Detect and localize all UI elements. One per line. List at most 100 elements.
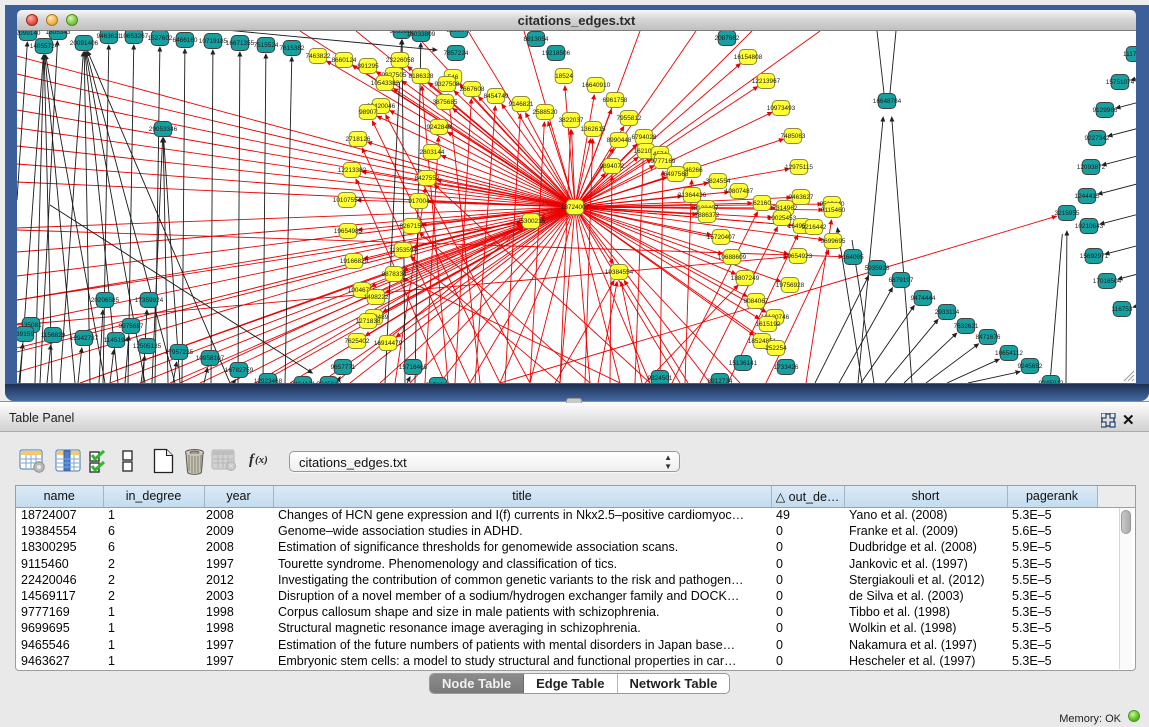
- svg-text:16154808: 16154808: [734, 54, 763, 61]
- svg-text:23226058: 23226058: [386, 57, 415, 64]
- svg-text:10807487: 10807487: [725, 188, 754, 195]
- svg-text:9146821: 9146821: [509, 101, 534, 108]
- svg-text:8267150: 8267150: [400, 223, 425, 230]
- svg-text:8427552: 8427552: [415, 175, 440, 182]
- svg-text:7857224: 7857224: [444, 50, 469, 57]
- svg-text:19654923: 19654923: [784, 253, 813, 260]
- svg-text:9129966: 9129966: [1093, 107, 1118, 114]
- svg-text:12213382: 12213382: [338, 167, 367, 174]
- svg-text:6879197: 6879197: [889, 277, 914, 284]
- svg-text:16033809: 16033809: [407, 31, 436, 38]
- svg-text:15692971: 15692971: [1080, 253, 1109, 260]
- svg-text:8912734: 8912734: [708, 378, 733, 383]
- svg-text:1498222: 1498222: [364, 294, 389, 301]
- svg-text:9176341: 9176341: [426, 382, 451, 383]
- svg-text:9084067: 9084067: [744, 298, 769, 305]
- svg-text:8660124: 8660124: [332, 57, 357, 64]
- svg-text:25300215: 25300215: [517, 218, 546, 225]
- svg-text:7886372: 7886372: [695, 212, 720, 219]
- svg-text:12942737: 12942737: [70, 335, 99, 342]
- svg-text:8186328: 8186328: [409, 73, 434, 80]
- svg-text:29053346: 29053346: [149, 126, 178, 133]
- svg-text:19218506: 19218506: [542, 50, 571, 57]
- svg-text:39159: 39159: [17, 331, 34, 338]
- svg-text:7485063: 7485063: [781, 133, 806, 140]
- svg-text:21364436: 21364436: [678, 192, 707, 199]
- svg-text:18524: 18524: [555, 73, 573, 80]
- svg-text:16671355: 16671355: [226, 40, 255, 47]
- svg-text:2099140: 2099140: [17, 31, 41, 37]
- svg-text:9474444: 9474444: [911, 295, 936, 302]
- svg-text:18724007: 18724007: [561, 204, 590, 211]
- svg-text:(x): (x): [255, 454, 268, 466]
- svg-text:9227342: 9227342: [1085, 135, 1110, 142]
- svg-text:8135074: 8135074: [447, 31, 472, 34]
- svg-text:6794028: 6794028: [632, 134, 657, 141]
- svg-text:7625402: 7625402: [345, 338, 370, 345]
- svg-text:3824554: 3824554: [706, 178, 731, 185]
- svg-text:9975687: 9975687: [119, 323, 144, 330]
- svg-text:9242848: 9242848: [427, 124, 452, 131]
- svg-text:9327508: 9327508: [435, 81, 460, 88]
- svg-text:19384554: 19384554: [605, 269, 634, 276]
- svg-text:1733426: 1733426: [774, 364, 799, 371]
- svg-text:15716465: 15716465: [399, 364, 428, 371]
- svg-text:891295: 891295: [357, 63, 379, 70]
- svg-text:14055724: 14055724: [30, 43, 59, 50]
- svg-text:17016504: 17016504: [1093, 278, 1122, 285]
- svg-text:17957225: 17957225: [165, 349, 194, 356]
- svg-text:11353594: 11353594: [389, 247, 417, 254]
- svg-text:20206585: 20206585: [91, 297, 120, 304]
- svg-text:9463621: 9463621: [97, 33, 122, 40]
- svg-text:8471676: 8471676: [976, 334, 1001, 341]
- svg-text:2718126: 2718126: [346, 136, 371, 143]
- svg-text:8464121: 8464121: [291, 381, 316, 383]
- svg-text:2087682: 2087682: [715, 35, 740, 42]
- svg-text:9245012: 9245012: [1039, 380, 1064, 383]
- svg-text:2588520: 2588520: [533, 109, 558, 116]
- svg-text:3822037: 3822037: [559, 117, 584, 124]
- svg-text:10107554: 10107554: [333, 197, 362, 204]
- svg-text:9657771: 9657771: [331, 364, 356, 371]
- svg-text:16782759: 16782759: [225, 367, 254, 374]
- svg-text:1527602: 1527602: [148, 35, 173, 42]
- svg-text:2667608: 2667608: [460, 86, 485, 93]
- svg-text:2803144: 2803144: [420, 149, 445, 156]
- svg-text:1615192: 1615192: [756, 321, 781, 328]
- svg-text:7955812: 7955812: [617, 115, 642, 122]
- svg-text:12505135: 12505135: [133, 343, 162, 350]
- svg-text:8813054: 8813054: [524, 36, 549, 43]
- svg-text:16648784: 16648784: [873, 98, 902, 105]
- svg-text:10688609: 10688609: [718, 254, 747, 261]
- svg-text:10973493: 10973493: [767, 105, 796, 112]
- svg-text:12093872: 12093872: [1077, 164, 1106, 171]
- svg-text:10958107: 10958107: [196, 355, 225, 362]
- svg-text:9245652: 9245652: [1018, 363, 1043, 370]
- svg-text:7615382: 7615382: [280, 45, 305, 52]
- svg-text:9894072: 9894072: [600, 163, 625, 170]
- svg-text:10653267: 10653267: [120, 33, 149, 40]
- svg-text:9216442: 9216442: [802, 224, 827, 231]
- svg-text:12975115: 12975115: [785, 164, 813, 171]
- svg-text:9324501: 9324501: [648, 375, 673, 382]
- svg-text:1156829: 1156829: [41, 332, 66, 339]
- svg-text:19654985: 19654985: [334, 228, 363, 235]
- svg-text:10210643: 10210643: [1075, 223, 1104, 230]
- svg-text:17359924: 17359924: [135, 297, 164, 304]
- svg-text:917004: 917004: [408, 198, 430, 205]
- svg-text:12213967: 12213967: [752, 78, 781, 85]
- svg-text:19756928: 19756928: [776, 282, 805, 289]
- svg-text:9245012: 9245012: [317, 381, 342, 383]
- svg-text:5935928: 5935928: [865, 265, 890, 272]
- svg-text:1805343: 1805343: [46, 31, 71, 36]
- svg-text:3875685: 3875685: [433, 99, 458, 106]
- svg-text:1362615: 1362615: [581, 126, 606, 133]
- svg-text:16640910: 16640910: [582, 82, 611, 89]
- svg-text:9699695: 9699695: [821, 238, 846, 245]
- svg-text:62160: 62160: [753, 200, 771, 207]
- svg-text:98907: 98907: [359, 109, 377, 116]
- svg-text:1117301: 1117301: [1123, 51, 1136, 58]
- svg-text:8990448: 8990448: [607, 137, 632, 144]
- svg-text:6466160: 6466160: [173, 37, 198, 44]
- svg-text:6961758: 6961758: [603, 97, 628, 104]
